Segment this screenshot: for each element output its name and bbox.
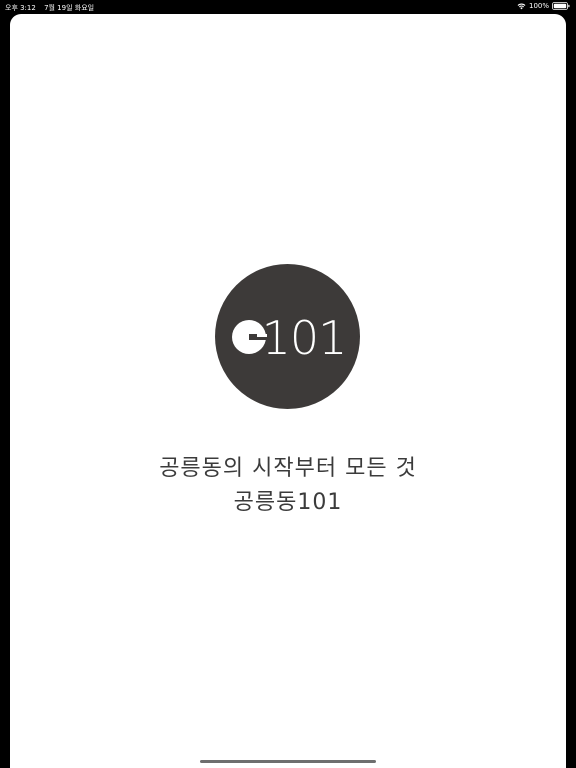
app-screen: 101 공릉동의 시작부터 모든 것 공릉동101: [10, 14, 566, 768]
status-left: 오후 3:12 7월 19일 화요일: [5, 3, 100, 13]
app-logo: 101: [215, 264, 360, 409]
status-bar: 오후 3:12 7월 19일 화요일 100%: [0, 0, 576, 14]
tagline: 공릉동의 시작부터 모든 것 공릉동101: [10, 452, 566, 520]
status-date: 7월 19일 화요일: [44, 4, 95, 12]
status-right: 100%: [517, 2, 570, 10]
status-time: 오후 3:12: [5, 4, 36, 12]
home-indicator[interactable]: [200, 760, 376, 763]
battery-percent: 100%: [528, 2, 549, 10]
tagline-line-2: 공릉동101: [233, 490, 343, 515]
battery-icon: [552, 2, 570, 10]
tagline-line-1: 공릉동의 시작부터 모든 것: [159, 456, 417, 481]
logo-text: 101: [262, 311, 347, 365]
wifi-icon: [517, 3, 526, 10]
